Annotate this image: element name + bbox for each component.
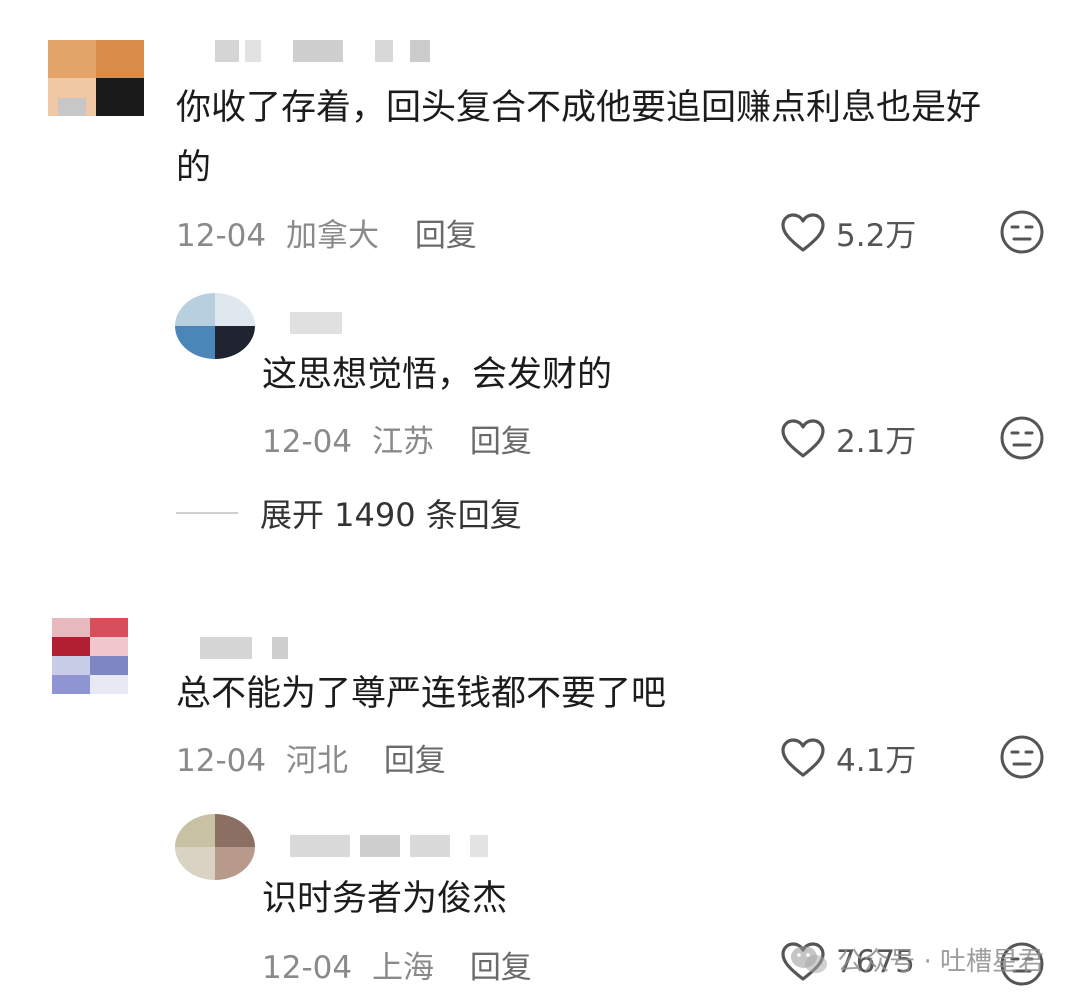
comment-text-line: 的	[176, 148, 212, 188]
wechat-icon	[791, 945, 828, 973]
reply-meta: 12-04 江苏 回复	[262, 416, 532, 461]
username-blurred[interactable]	[215, 40, 435, 62]
comment-text: 你收了存着，回头复合不成他要追回赚点利息也是好 的	[176, 78, 981, 198]
username-blurred[interactable]	[200, 637, 300, 659]
reply-text: 识时务者为俊杰	[262, 879, 508, 919]
like-count: 4.1万	[836, 743, 917, 779]
comment-text-line: 你收了存着，回头复合不成他要追回赚点利息也是好	[176, 88, 982, 128]
watermark: 公众号 · 吐槽星君	[789, 941, 1044, 978]
comment-meta: 12-04 加拿大 回复	[176, 210, 477, 255]
reply-button[interactable]: 回复	[470, 950, 532, 986]
reply-button[interactable]: 回复	[470, 424, 532, 460]
reply-avatar[interactable]	[175, 293, 255, 359]
reply-location: 江苏	[371, 424, 434, 460]
heart-outline-icon	[781, 737, 825, 777]
heart-outline-icon	[781, 212, 825, 252]
reply-location: 上海	[371, 950, 434, 986]
meh-face-icon[interactable]	[999, 415, 1045, 461]
expand-divider	[176, 512, 238, 514]
reply-text: 这思想觉悟，会发财的	[262, 355, 613, 395]
heart-outline-icon	[781, 418, 825, 458]
expand-replies-label: 展开 1490 条回复	[260, 496, 522, 534]
like-count: 5.2万	[836, 218, 917, 254]
reply-button[interactable]: 回复	[384, 743, 446, 779]
avatar[interactable]	[48, 40, 144, 116]
comment-location: 河北	[285, 743, 348, 779]
reply-meta: 12-04 上海 回复	[262, 942, 532, 987]
reply-button[interactable]: 回复	[415, 218, 477, 254]
comment-date: 12-04	[176, 218, 267, 254]
like-button[interactable]: 5.2万	[780, 210, 916, 255]
reply-avatar[interactable]	[175, 814, 255, 880]
expand-replies-button[interactable]: 展开 1490 条回复	[176, 490, 522, 536]
comment-text: 总不能为了尊严连钱都不要了吧	[176, 674, 667, 714]
avatar[interactable]	[52, 618, 128, 694]
reply-username-blurred[interactable]	[290, 835, 500, 857]
reply-username-blurred[interactable]	[290, 312, 350, 334]
like-count: 2.1万	[836, 424, 917, 460]
meh-face-icon[interactable]	[999, 209, 1045, 255]
comment-date: 12-04	[176, 743, 267, 779]
meh-face-icon[interactable]	[999, 734, 1045, 780]
comment-location: 加拿大	[285, 218, 379, 254]
watermark-text: 公众号 · 吐槽星君	[837, 947, 1044, 977]
like-button[interactable]: 4.1万	[780, 735, 916, 780]
reply-date: 12-04	[262, 950, 353, 986]
like-button[interactable]: 2.1万	[780, 416, 916, 461]
comment-meta: 12-04 河北 回复	[176, 735, 446, 780]
reply-date: 12-04	[262, 424, 353, 460]
